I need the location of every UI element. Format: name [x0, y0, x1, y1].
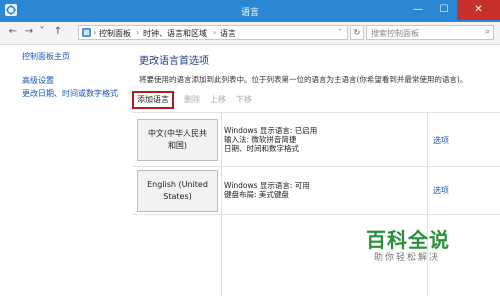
- watermark-logo: 百科全说: [366, 228, 450, 252]
- options-link[interactable]: 选项: [433, 135, 449, 146]
- language-name-line: States): [163, 192, 192, 201]
- back-arrow-icon[interactable]: ←: [6, 25, 20, 39]
- divider: [132, 214, 500, 215]
- language-name: English (United States): [147, 179, 208, 203]
- search-icon[interactable]: ⌕: [485, 27, 490, 37]
- language-info: Windows 显示语言: 已启用 输入法: 微软拼音简捷 日期、时间和数字格式: [224, 126, 317, 153]
- page-title: 更改语言首选项: [139, 56, 209, 67]
- title-bar: 语言 — ☐ ✕: [0, 0, 500, 22]
- keyboard-layout: 键盘布局: 美式键盘: [224, 190, 289, 199]
- minimize-button[interactable]: —: [405, 0, 431, 20]
- language-name: 中文(中华人民共 和国): [148, 128, 207, 152]
- divider: [132, 112, 500, 113]
- options-link[interactable]: 选项: [433, 185, 449, 196]
- up-arrow-icon[interactable]: ↑: [51, 25, 65, 39]
- date-time-format: 日期、时间和数字格式: [224, 144, 299, 153]
- address-dropdown-chevron-icon[interactable]: ˅: [338, 28, 342, 37]
- breadcrumb-separator: ›: [136, 28, 140, 37]
- input-method: 输入法: 微软拼音简捷: [224, 135, 297, 144]
- language-item-chinese[interactable]: 中文(中华人民共 和国): [137, 119, 218, 161]
- refresh-icon[interactable]: ↻: [350, 25, 364, 40]
- language-name-line: 和国): [167, 141, 188, 150]
- sidebar-link-change-date-time-format[interactable]: 更改日期、时间或数字格式: [22, 88, 118, 99]
- sidebar-link-control-panel-home[interactable]: 控制面板主页: [22, 51, 70, 62]
- address-bar[interactable]: › 控制面板 › 时钟、语言和区域 › 语言 ˅: [78, 25, 348, 40]
- language-name-line: English (United: [147, 180, 208, 189]
- forward-arrow-icon[interactable]: →: [22, 25, 36, 39]
- recent-pages-chevron-icon[interactable]: ˅: [37, 25, 47, 39]
- watermark: 百科全说 助你轻松解决: [366, 220, 478, 270]
- divider: [132, 166, 500, 167]
- language-name-line: 中文(中华人民共: [147, 129, 208, 138]
- sidebar-link-advanced-settings[interactable]: 高级设置: [22, 75, 54, 86]
- control-panel-icon: [82, 28, 91, 37]
- maximize-button[interactable]: ☐: [431, 0, 457, 20]
- remove-button[interactable]: 删除: [180, 91, 204, 109]
- move-up-button[interactable]: 上移: [206, 91, 230, 109]
- move-down-button[interactable]: 下移: [232, 91, 256, 109]
- page-description: 将要使用的语言添加到此列表中。位于列表第一位的语言为主语言(你希望看到并最常使用…: [139, 75, 468, 84]
- add-language-button[interactable]: 添加语言: [132, 91, 174, 109]
- breadcrumb-separator: ›: [93, 28, 97, 37]
- breadcrumb-language[interactable]: 语言: [220, 28, 236, 39]
- divider: [221, 112, 222, 296]
- language-toolbar: 添加语言 删除 上移 下移: [132, 91, 500, 109]
- watermark-slogan: 助你轻松解决: [374, 253, 441, 263]
- display-language-status: Windows 显示语言: 可用: [224, 181, 310, 190]
- breadcrumb-separator: ›: [213, 28, 217, 37]
- close-button[interactable]: ✕: [457, 0, 500, 20]
- language-info: Windows 显示语言: 可用 键盘布局: 美式键盘: [224, 181, 310, 199]
- navigation-bar: ← → ˅ ↑ › 控制面板 › 时钟、语言和区域 › 语言 ˅ ↻ 搜索控制面…: [0, 22, 500, 45]
- language-item-english[interactable]: English (United States): [137, 170, 218, 212]
- search-input[interactable]: 搜索控制面板 ⌕: [366, 25, 494, 40]
- breadcrumb-control-panel[interactable]: 控制面板: [99, 28, 131, 39]
- search-placeholder: 搜索控制面板: [371, 29, 419, 38]
- breadcrumb-clock-language-region[interactable]: 时钟、语言和区域: [143, 28, 207, 39]
- display-language-status: Windows 显示语言: 已启用: [224, 126, 318, 135]
